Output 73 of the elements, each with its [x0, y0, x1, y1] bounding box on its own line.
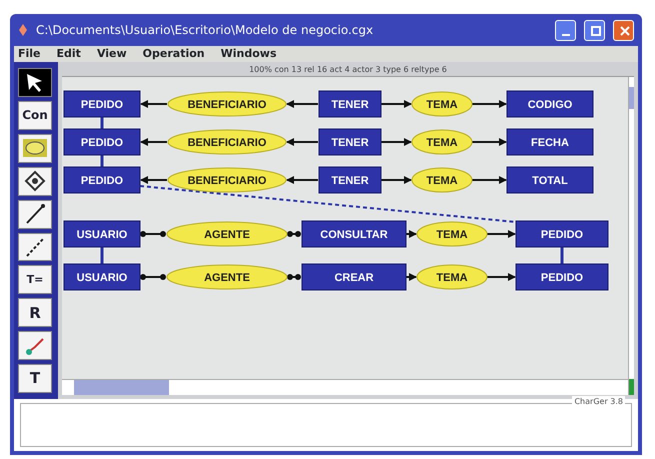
diamond-tool[interactable]: [18, 166, 52, 196]
relation-node[interactable]: TEMA: [412, 168, 472, 192]
window-title: C:\Documents\Usuario\Escritorio\Modelo de negocio.cgx: [36, 22, 374, 39]
concept-node[interactable]: USUARIO: [64, 220, 140, 248]
arrow: [381, 138, 412, 146]
relation-node[interactable]: TEMA: [412, 92, 472, 116]
maximize-button[interactable]: [584, 20, 605, 40]
tool-button[interactable]: T: [18, 364, 52, 394]
tool-button[interactable]: R: [18, 298, 52, 328]
maximize-icon: [591, 26, 601, 36]
concept-node[interactable]: TENER: [318, 166, 382, 194]
coreference-line: [100, 117, 104, 129]
arrow: [487, 230, 516, 238]
concept-node[interactable]: TENER: [318, 128, 382, 156]
relation-node[interactable]: TEMA: [416, 222, 488, 246]
horizontal-scrollbar[interactable]: [62, 379, 628, 395]
arrow: [406, 273, 417, 281]
concept-node[interactable]: USUARIO: [64, 264, 140, 290]
menu-item[interactable]: File: [18, 46, 41, 62]
tool-button[interactable]: Con: [18, 100, 52, 130]
relation-node[interactable]: BENEFICIARIO: [168, 130, 286, 154]
line-tool[interactable]: [18, 200, 52, 229]
dashed-line-tool[interactable]: [18, 232, 52, 262]
concept-node[interactable]: CODIGO: [506, 90, 594, 118]
concept-node[interactable]: PEDIDO: [516, 264, 608, 290]
arrow: [472, 100, 507, 108]
arrow: [381, 176, 412, 184]
concept-node[interactable]: PEDIDO: [64, 166, 140, 194]
oval-tool[interactable]: [18, 134, 52, 163]
arrow: [140, 176, 167, 184]
relation-node[interactable]: AGENTE: [166, 222, 288, 246]
pointer-tool[interactable]: [18, 68, 52, 97]
arrow: [140, 100, 167, 108]
arrow: [487, 273, 516, 281]
coreference-line: [560, 247, 564, 264]
arrow: [286, 138, 318, 146]
relation-node[interactable]: AGENTE: [166, 264, 288, 290]
menu-item[interactable]: Windows: [220, 46, 276, 62]
line-icon: [24, 203, 46, 226]
concept-node[interactable]: FECHA: [506, 128, 594, 156]
arrow: [286, 176, 318, 184]
arrow: [472, 176, 507, 184]
close-icon: [620, 26, 630, 36]
arrow: [286, 100, 318, 108]
status-text: 100% con 13 rel 16 act 4 actor 3 type 6 reltype 6: [249, 65, 447, 74]
concept-node[interactable]: PEDIDO: [516, 220, 608, 248]
arrow: [381, 100, 412, 108]
concept-node[interactable]: TOTAL: [506, 166, 594, 194]
concept-node[interactable]: PEDIDO: [64, 128, 140, 156]
menu-item[interactable]: Operation: [142, 46, 205, 62]
arrow: [140, 138, 167, 146]
coreference-line: [100, 155, 104, 167]
vertical-scrollbar[interactable]: [628, 77, 634, 395]
concept-node[interactable]: CREAR: [302, 264, 406, 290]
relation-node[interactable]: BENEFICIARIO: [168, 168, 286, 192]
relation-node[interactable]: TEMA: [412, 130, 472, 154]
arrow: [472, 138, 507, 146]
menu-item[interactable]: View: [96, 46, 127, 62]
relation-node[interactable]: TEMA: [416, 264, 488, 290]
concept-node[interactable]: CONSULTAR: [302, 220, 406, 248]
arrow: [406, 230, 417, 238]
app-icon: [18, 24, 28, 36]
relation-node[interactable]: BENEFICIARIO: [168, 92, 286, 116]
concept-node[interactable]: TENER: [318, 90, 382, 118]
close-button[interactable]: [613, 20, 634, 40]
minimize-icon: [562, 34, 570, 36]
menu-item[interactable]: Edit: [56, 46, 81, 62]
minimize-button[interactable]: [555, 20, 576, 40]
branch-tool[interactable]: [18, 331, 52, 360]
tool-button[interactable]: T=: [18, 265, 52, 294]
concept-node[interactable]: PEDIDO: [64, 90, 140, 118]
diamond-icon: [24, 170, 46, 192]
coreference-line: [100, 247, 104, 264]
